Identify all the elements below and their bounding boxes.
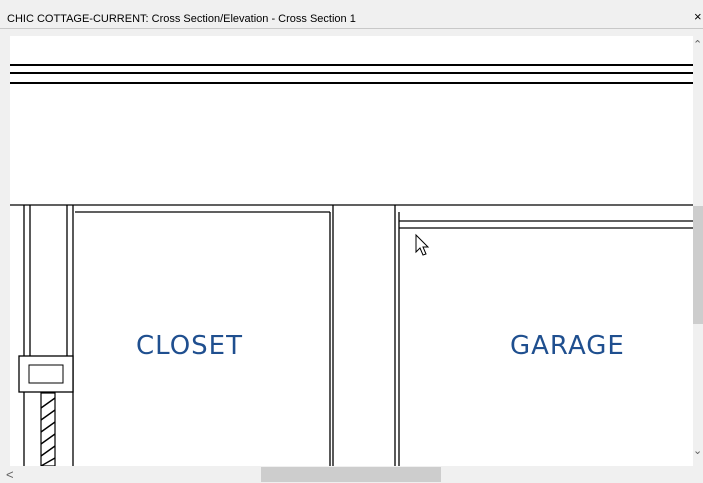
scroll-up-icon[interactable]: ⌃ xyxy=(693,40,703,51)
fixture-box-inner xyxy=(28,364,64,384)
cross-section-drawing: CLOSET GARAGE xyxy=(10,64,693,466)
vertical-scrollbar[interactable]: ⌃ ⌄ xyxy=(693,36,703,466)
vertical-scroll-thumb[interactable] xyxy=(693,206,703,324)
mouse-cursor-icon xyxy=(415,233,430,256)
room-label-closet: CLOSET xyxy=(136,331,243,361)
horizontal-scrollbar[interactable]: < xyxy=(0,466,703,483)
room-label-garage: GARAGE xyxy=(510,331,625,361)
scroll-down-icon[interactable]: ⌄ xyxy=(693,446,703,457)
scroll-left-icon[interactable]: < xyxy=(6,467,16,482)
window-titlebar: CHIC COTTAGE-CURRENT: Cross Section/Elev… xyxy=(0,0,703,29)
close-icon[interactable]: × xyxy=(694,10,703,24)
horizontal-scroll-thumb[interactable] xyxy=(261,467,441,482)
window-title: CHIC COTTAGE-CURRENT: Cross Section/Elev… xyxy=(7,13,356,25)
cross-section-canvas[interactable]: CLOSET GARAGE xyxy=(10,36,693,466)
